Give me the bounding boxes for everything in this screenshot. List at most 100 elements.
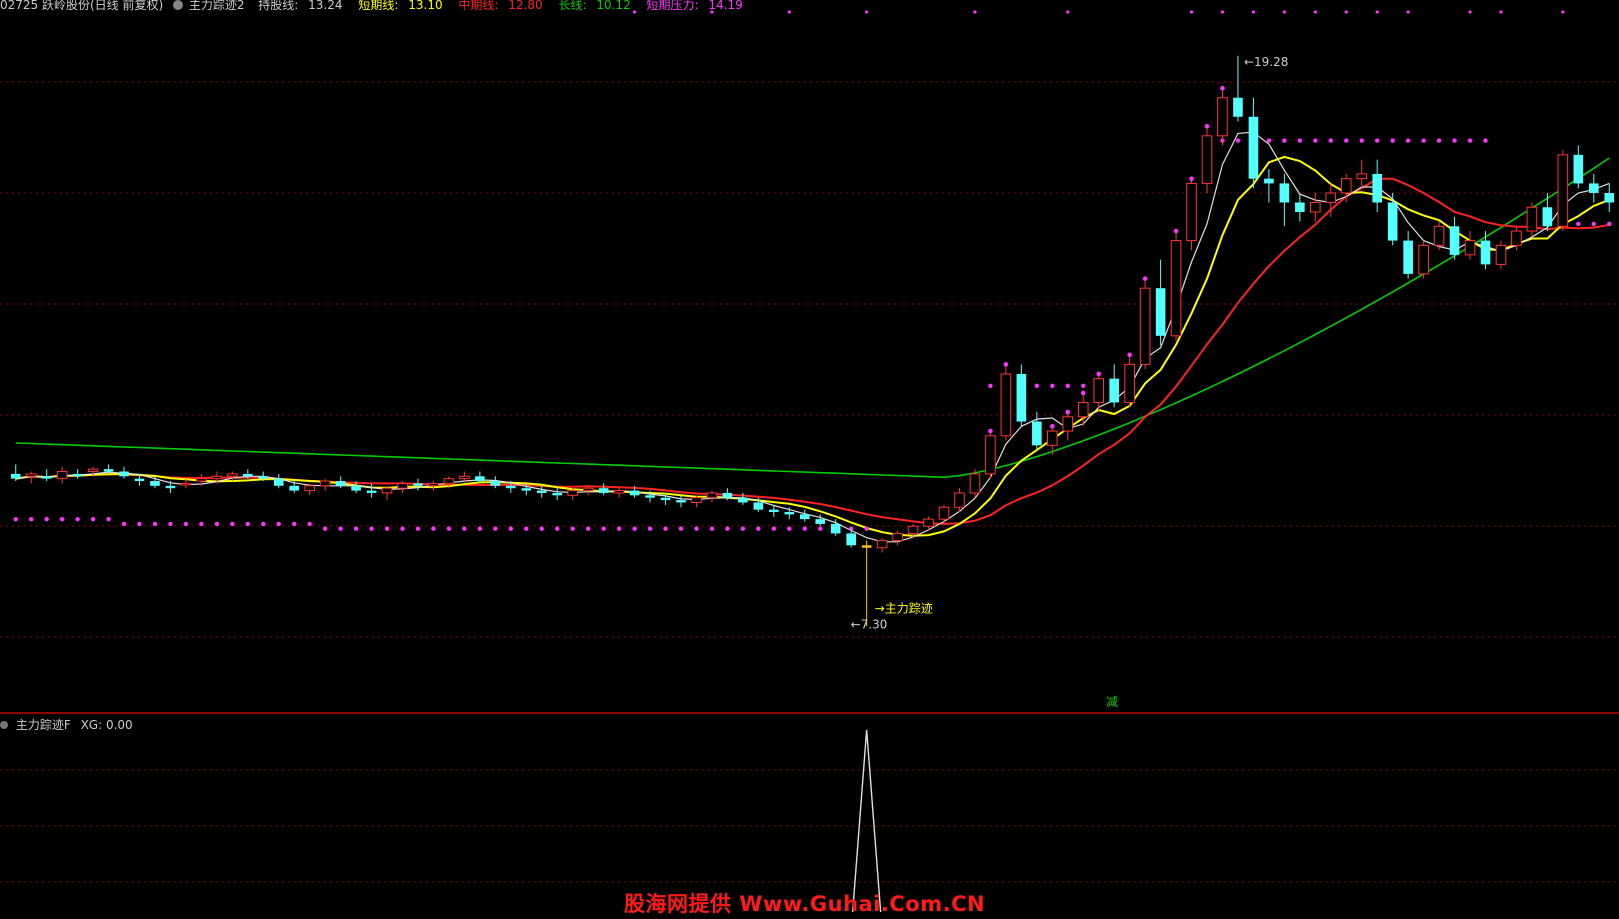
- candle-body: [1201, 135, 1213, 184]
- candle-body: [582, 487, 594, 492]
- pressure-dot: [1359, 138, 1364, 143]
- candle-body: [227, 473, 238, 477]
- candle-body: [381, 487, 393, 494]
- breakout-dot: [1096, 371, 1102, 377]
- pressure-dot: [601, 526, 606, 531]
- pressure-dot: [585, 526, 591, 531]
- breakout-dot: [1065, 409, 1071, 415]
- candle-body: [366, 490, 377, 493]
- breakout-dot: [1142, 276, 1148, 281]
- pressure-dot: [245, 521, 251, 527]
- pressure-dot: [44, 516, 49, 522]
- candle-body: [273, 478, 284, 486]
- pressure-dot: [1050, 383, 1055, 389]
- candle-body: [629, 490, 640, 496]
- candle-body: [1325, 192, 1337, 203]
- candle-body: [1480, 240, 1491, 265]
- pressure-dot: [1081, 383, 1086, 389]
- pressure-dot: [632, 526, 637, 531]
- pressure-dot: [446, 526, 452, 531]
- candle-body: [923, 518, 934, 527]
- top-marker-dot: [1375, 10, 1379, 14]
- candle-body: [289, 485, 300, 491]
- candle-body: [706, 492, 718, 499]
- pressure-dot: [137, 521, 142, 527]
- pressure-dot: [276, 521, 281, 527]
- candle-body: [1372, 173, 1382, 203]
- pressure-dot: [647, 526, 653, 531]
- pressure-dot: [353, 526, 359, 531]
- sub-indicator-name[interactable]: 主力踪迹F: [16, 718, 71, 732]
- pressure-dot: [1266, 138, 1272, 143]
- candle-body: [304, 485, 315, 492]
- candle-body: [490, 481, 501, 486]
- pressure-dot: [1421, 138, 1426, 143]
- pressure-dot: [75, 516, 80, 522]
- top-marker-dot: [1344, 10, 1348, 14]
- candle-body: [954, 492, 965, 508]
- candle-body: [351, 485, 361, 491]
- short-line: [15, 155, 1610, 537]
- pressure-dot: [1483, 138, 1488, 143]
- candle-body: [459, 475, 470, 480]
- candle-body: [1418, 244, 1429, 275]
- candle-body: [1109, 378, 1119, 403]
- top-marker-dot: [1499, 10, 1503, 14]
- breakout-dot: [1080, 390, 1086, 396]
- kline-chart[interactable]: ←19.28 ←7.30 →主力踪迹减: [0, 0, 1619, 919]
- candle-body: [1186, 182, 1197, 242]
- breakout-dot: [1204, 123, 1210, 129]
- candle-body: [443, 478, 455, 484]
- candle-body: [1356, 173, 1368, 180]
- candle-body: [1403, 240, 1413, 274]
- candle-body: [722, 492, 733, 498]
- candle-body: [335, 481, 346, 486]
- top-marker-dot: [1282, 10, 1286, 14]
- pressure-dot: [802, 526, 807, 531]
- top-marker-dot: [710, 10, 714, 14]
- candle-body: [846, 533, 856, 546]
- top-marker-dot: [1066, 10, 1070, 14]
- top-marker-dot: [1406, 10, 1410, 14]
- top-marker-dot: [1313, 10, 1317, 14]
- top-marker-dot: [787, 10, 791, 14]
- candle-body: [1047, 430, 1058, 446]
- pressure-dot: [1607, 221, 1612, 227]
- xg-label: XG:: [80, 718, 103, 732]
- pressure-dot: [787, 526, 792, 531]
- xg-value: 0.00: [105, 718, 133, 732]
- top-marker-dot: [632, 10, 637, 14]
- candle-body: [1542, 207, 1553, 227]
- candle-body: [1124, 363, 1135, 403]
- pressure-dot: [555, 526, 560, 531]
- pressure-dot: [369, 526, 374, 531]
- pressure-dot: [1328, 138, 1333, 143]
- candle-body: [1248, 116, 1259, 179]
- candle-body: [103, 469, 114, 472]
- candle-body: [738, 497, 748, 503]
- candle-body: [319, 480, 331, 487]
- candle-body: [413, 483, 423, 486]
- candle-body: [660, 497, 671, 501]
- pressure-dot: [384, 526, 390, 531]
- candle-body: [1588, 183, 1599, 193]
- candle-body: [258, 476, 269, 479]
- candle-body: [1310, 201, 1321, 213]
- pressure-dot: [1282, 138, 1287, 143]
- top-marker-dot: [1220, 10, 1225, 14]
- pressure-dot: [709, 526, 715, 531]
- pressure-dot: [1467, 138, 1473, 143]
- candle-body: [1526, 206, 1538, 232]
- candle-body: [1495, 244, 1507, 265]
- top-marker-dot: [1468, 10, 1472, 14]
- pressure-dot: [524, 526, 529, 531]
- candle-body: [25, 473, 37, 477]
- pressure-dot: [415, 526, 421, 531]
- candle-body: [645, 495, 655, 498]
- breakout-dot: [1173, 228, 1179, 234]
- sub-panel-icon[interactable]: [0, 721, 8, 729]
- reduce-label: 减: [1106, 695, 1118, 709]
- candle-body: [243, 473, 253, 477]
- pressure-dot: [292, 521, 297, 527]
- candle-body: [676, 500, 686, 503]
